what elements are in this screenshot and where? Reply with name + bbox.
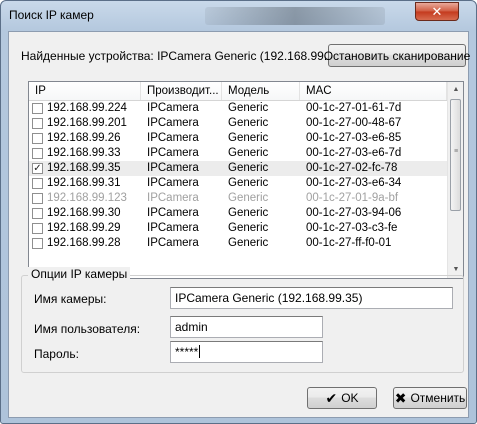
row-ip: 192.168.99.201 bbox=[47, 117, 127, 129]
row-manufacturer: IPCamera bbox=[147, 102, 199, 114]
row-model: Generic bbox=[228, 147, 269, 159]
window-title: Поиск IP камер bbox=[9, 8, 94, 22]
row-ip: 192.168.99.26 bbox=[47, 132, 121, 144]
camera-options-title: Опции IP камеры bbox=[28, 267, 131, 281]
row-mac: 00-1c-27-ff-f0-01 bbox=[306, 237, 392, 249]
camera-row[interactable]: 192.168.99.123 IPCamera Generic 00-1c-27-01… bbox=[29, 191, 447, 206]
row-model: Generic bbox=[228, 132, 269, 144]
row-ip: 192.168.99.123 bbox=[47, 192, 127, 204]
username-label: Имя пользователя: bbox=[34, 322, 141, 336]
list-header: IP Производит... Модель MAC bbox=[29, 82, 447, 101]
row-manufacturer: IPCamera bbox=[147, 117, 199, 129]
password-mask: ***** bbox=[175, 345, 199, 359]
row-manufacturer: IPCamera bbox=[147, 162, 199, 174]
cancel-button-label: Отменить bbox=[410, 391, 466, 405]
row-ip: 192.168.99.30 bbox=[47, 207, 121, 219]
camera-row[interactable]: 192.168.99.28 IPCamera Generic 00-1c-27-ff-… bbox=[29, 236, 447, 251]
column-header-ip[interactable]: IP bbox=[29, 82, 141, 100]
camera-list[interactable]: IP Производит... Модель MAC 192.168.99.2… bbox=[28, 81, 464, 279]
row-checkbox[interactable] bbox=[32, 193, 43, 204]
row-checkbox[interactable] bbox=[32, 223, 43, 234]
row-checkbox[interactable] bbox=[32, 133, 43, 144]
dialog-body: Найденные устройства: IPCamera Generic (… bbox=[8, 31, 470, 418]
row-manufacturer: IPCamera bbox=[147, 237, 199, 249]
row-checkbox[interactable] bbox=[32, 208, 43, 219]
camera-row[interactable]: 192.168.99.29 IPCamera Generic 00-1c-27-03-… bbox=[29, 221, 447, 236]
camera-row[interactable]: 192.168.99.26 IPCamera Generic 00-1c-27-03-… bbox=[29, 131, 447, 146]
ok-button-label: OK bbox=[341, 391, 359, 405]
password-field[interactable]: ***** bbox=[170, 341, 323, 363]
list-rows: 192.168.99.224 IPCamera Generic 00-1c-27-01… bbox=[29, 101, 447, 251]
row-ip: 192.168.99.29 bbox=[47, 222, 121, 234]
camera-row[interactable]: 192.168.99.33 IPCamera Generic 00-1c-27-03-… bbox=[29, 146, 447, 161]
row-mac: 00-1c-27-03-c3-fe bbox=[306, 222, 398, 234]
camera-name-field[interactable]: IPCamera Generic (192.168.99.35) bbox=[170, 287, 453, 309]
row-manufacturer: IPCamera bbox=[147, 207, 199, 219]
column-header-mac[interactable]: MAC bbox=[300, 82, 447, 100]
column-header-model[interactable]: Модель bbox=[222, 82, 300, 100]
text-caret bbox=[199, 345, 201, 358]
row-model: Generic bbox=[228, 177, 269, 189]
row-ip: 192.168.99.28 bbox=[47, 237, 121, 249]
row-mac: 00-1c-27-00-48-67 bbox=[306, 117, 402, 129]
row-mac: 00-1c-27-03-e6-85 bbox=[306, 132, 402, 144]
row-model: Generic bbox=[228, 237, 269, 249]
cross-icon: ✖ bbox=[394, 389, 407, 406]
camera-row[interactable]: 192.168.99.201 IPCamera Generic 00-1c-27-00… bbox=[29, 116, 447, 131]
row-checkbox[interactable] bbox=[32, 148, 43, 159]
row-checkbox[interactable] bbox=[32, 178, 43, 189]
username-field[interactable]: admin bbox=[170, 316, 323, 338]
scroll-grip-icon: ≡ bbox=[453, 148, 459, 155]
row-ip: 192.168.99.35 bbox=[47, 162, 121, 174]
row-ip: 192.168.99.31 bbox=[47, 177, 121, 189]
row-manufacturer: IPCamera bbox=[147, 132, 199, 144]
row-mac: 00-1c-27-02-fc-78 bbox=[306, 162, 398, 174]
row-checkbox[interactable] bbox=[32, 103, 43, 114]
close-button[interactable]: ✕ bbox=[415, 2, 459, 21]
password-label: Пароль: bbox=[34, 347, 79, 361]
row-mac: 00-1c-27-01-61-7d bbox=[306, 102, 402, 114]
camera-row[interactable]: 192.168.99.30 IPCamera Generic 00-1c-27-03-… bbox=[29, 206, 447, 221]
camera-name-label: Имя камеры: bbox=[34, 292, 107, 306]
row-manufacturer: IPCamera bbox=[147, 222, 199, 234]
ok-button[interactable]: ✔ OK bbox=[307, 387, 377, 409]
row-mac: 00-1c-27-01-9a-bf bbox=[306, 192, 399, 204]
row-ip: 192.168.99.33 bbox=[47, 147, 121, 159]
row-ip: 192.168.99.224 bbox=[47, 102, 127, 114]
column-header-manufacturer[interactable]: Производит... bbox=[141, 82, 222, 100]
vertical-scrollbar[interactable]: ▲ ≡ ▼ bbox=[447, 82, 463, 278]
checkmark-icon: ✔ bbox=[325, 389, 338, 406]
title-bar-blurred-area bbox=[205, 7, 385, 25]
row-model: Generic bbox=[228, 222, 269, 234]
close-icon: ✕ bbox=[431, 3, 443, 19]
row-model: Generic bbox=[228, 162, 269, 174]
scroll-up-icon[interactable]: ▲ bbox=[448, 82, 463, 98]
camera-row[interactable]: ✓ 192.168.99.35 IPCamera Generic 00-1c-27-02… bbox=[29, 161, 447, 176]
row-manufacturer: IPCamera bbox=[147, 177, 199, 189]
cancel-button[interactable]: ✖ Отменить bbox=[393, 387, 467, 409]
camera-row[interactable]: 192.168.99.224 IPCamera Generic 00-1c-27-01… bbox=[29, 101, 447, 116]
row-model: Generic bbox=[228, 117, 269, 129]
row-mac: 00-1c-27-03-e6-34 bbox=[306, 177, 402, 189]
row-model: Generic bbox=[228, 102, 269, 114]
ip-camera-search-window: Поиск IP камер ✕ Найденные устройства: I… bbox=[0, 0, 477, 424]
row-mac: 00-1c-27-03-e6-7d bbox=[306, 147, 402, 159]
camera-row[interactable]: 192.168.99.31 IPCamera Generic 00-1c-27-03-… bbox=[29, 176, 447, 191]
row-checkbox[interactable] bbox=[32, 118, 43, 129]
row-manufacturer: IPCamera bbox=[147, 192, 199, 204]
title-bar[interactable]: Поиск IP камер ✕ bbox=[1, 1, 476, 31]
scrollbar-thumb[interactable]: ≡ bbox=[450, 99, 461, 211]
row-model: Generic bbox=[228, 207, 269, 219]
stop-scan-button[interactable]: Остановить сканирование bbox=[324, 44, 470, 67]
found-devices-label: Найденные устройства: IPCamera Generic (… bbox=[21, 49, 345, 63]
row-checkbox[interactable]: ✓ bbox=[32, 163, 43, 174]
row-manufacturer: IPCamera bbox=[147, 147, 199, 159]
row-checkbox[interactable] bbox=[32, 238, 43, 249]
row-mac: 00-1c-27-03-94-06 bbox=[306, 207, 402, 219]
row-model: Generic bbox=[228, 192, 269, 204]
